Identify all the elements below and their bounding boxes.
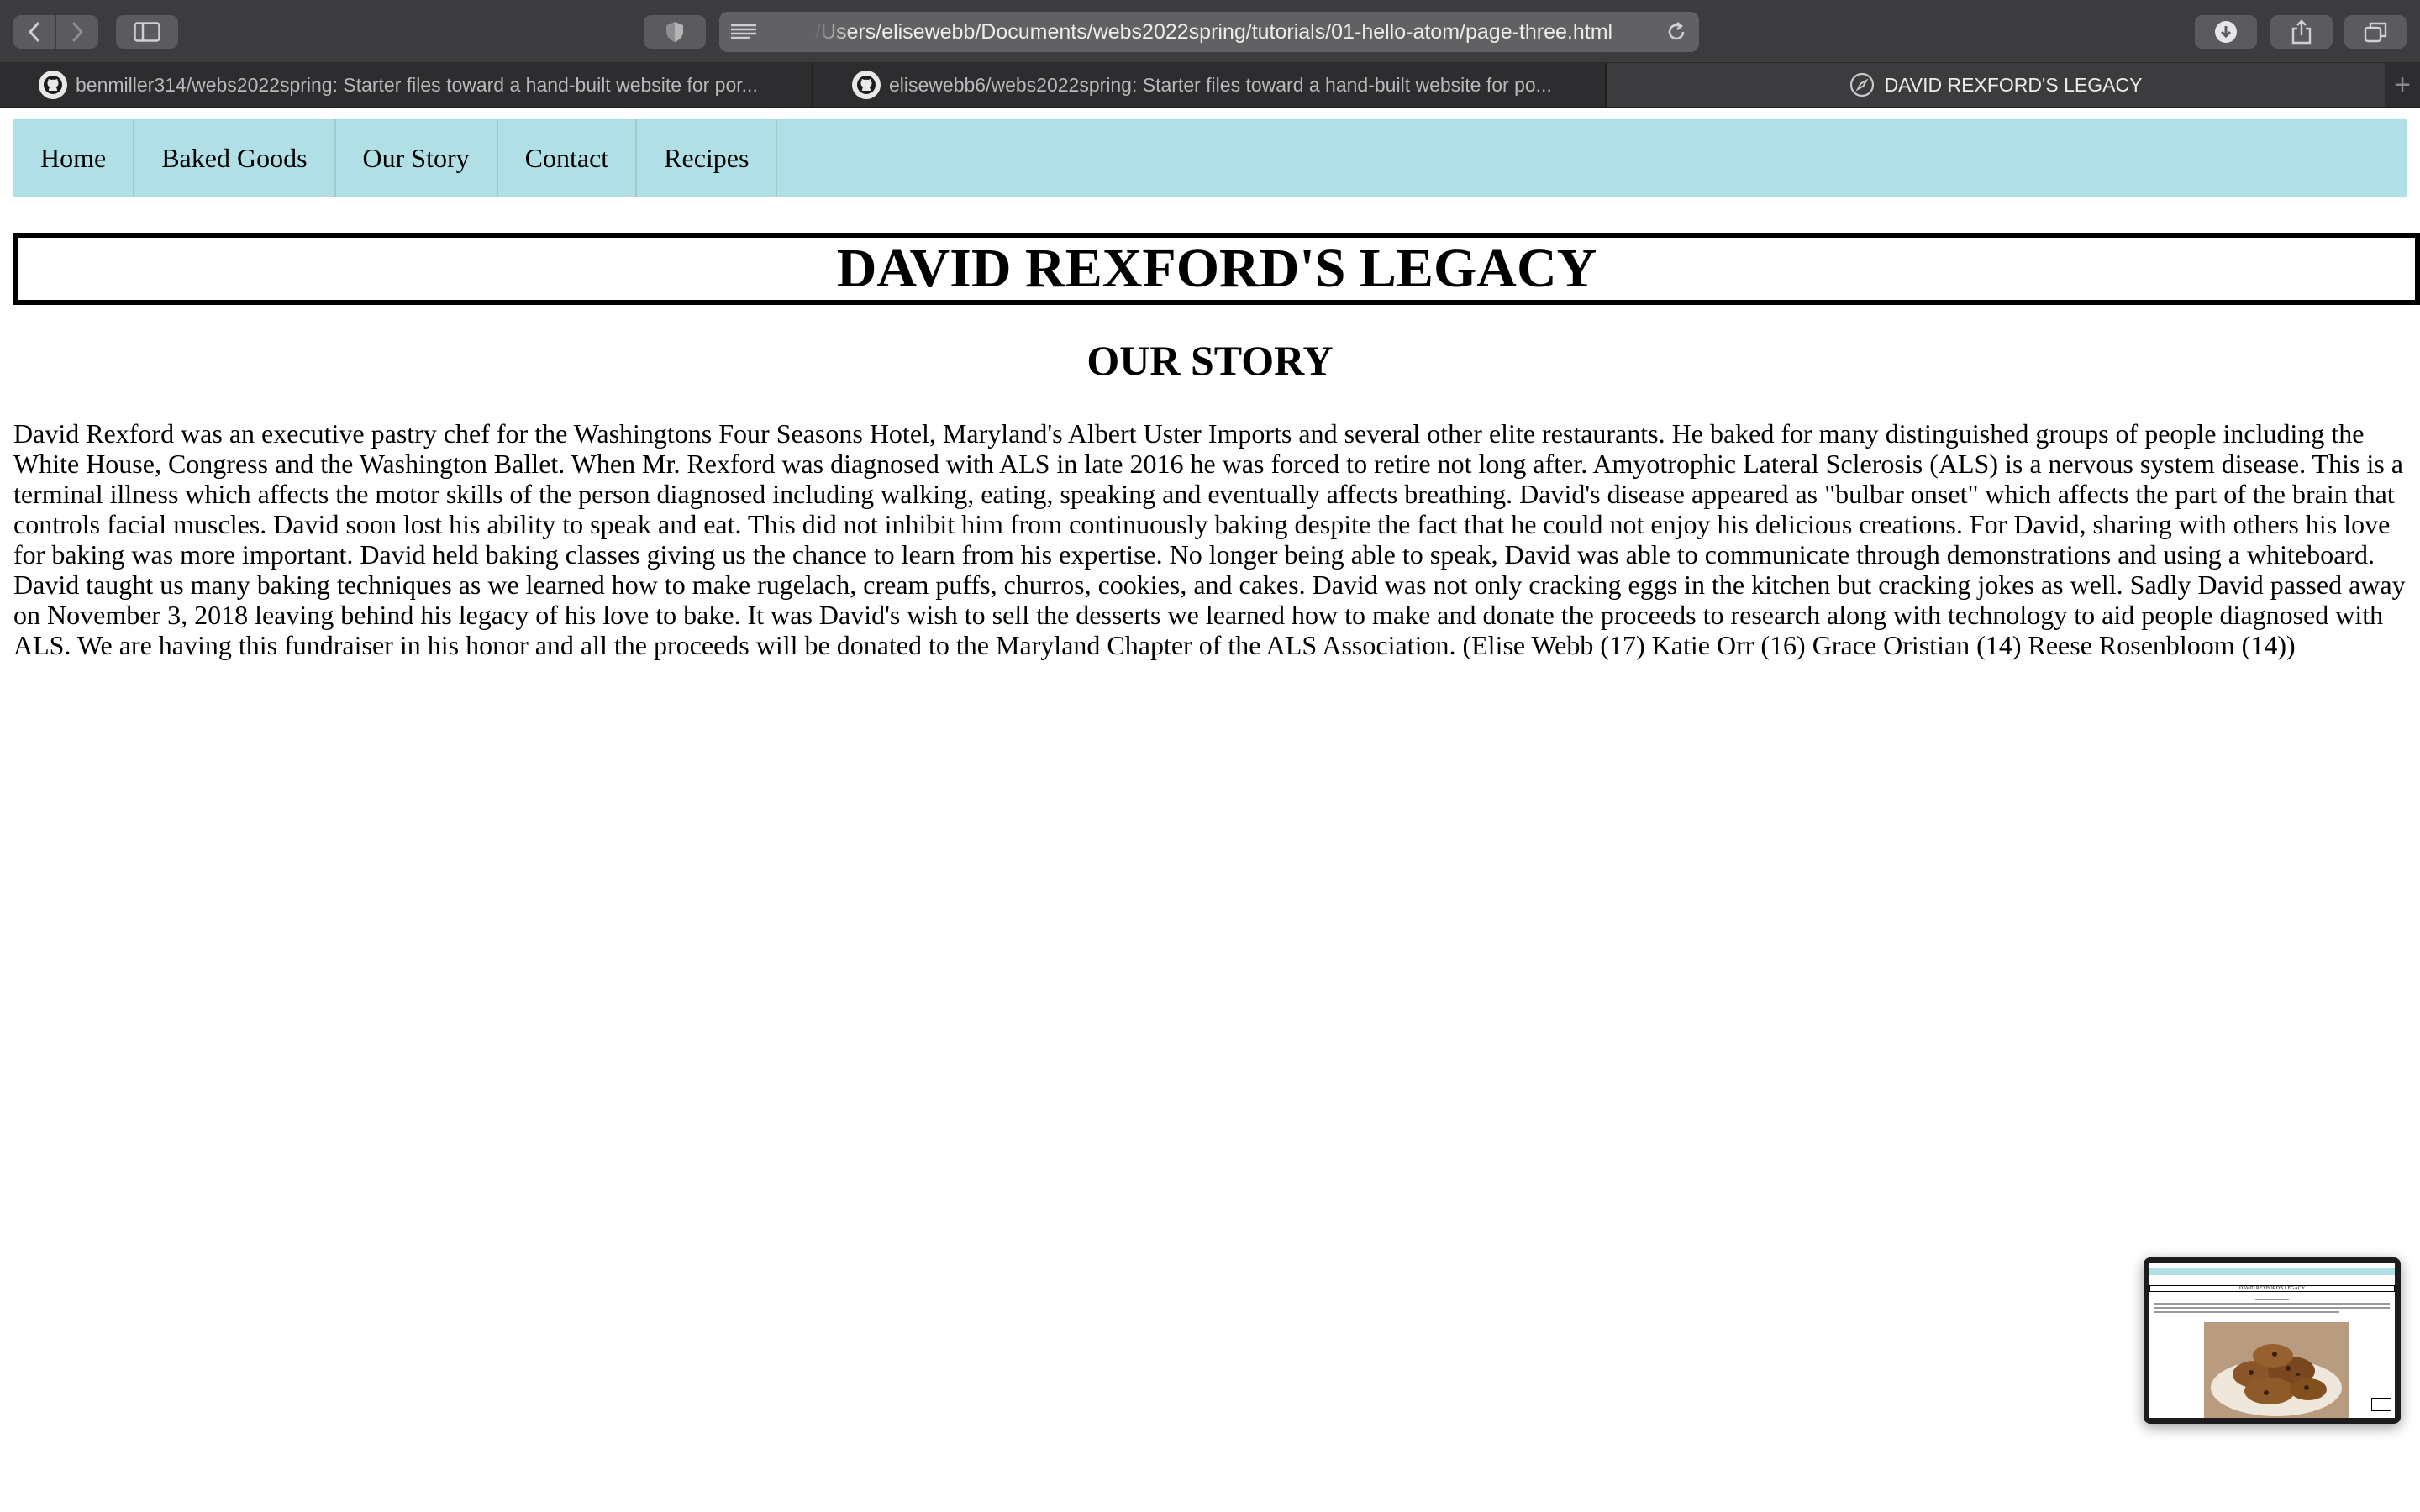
share-icon [2291,19,2312,45]
url-text[interactable]: /Users/elisewebb/Documents/webs2022sprin… [815,12,1655,52]
back-button[interactable] [13,15,55,49]
shield-icon [666,22,683,42]
preview-nav-bar [2149,1268,2395,1275]
reader-icon[interactable] [731,24,756,40]
tab-bar: benmiller314/webs2022spring: Starter fil… [0,63,2420,108]
chevron-right-icon [71,21,84,43]
preview-text-lines [2154,1299,2390,1315]
github-icon [852,71,881,99]
preview-page: DAVID REXFORD'S LEGACY [2149,1263,2395,1418]
github-icon [39,71,67,99]
nav-link-contact[interactable]: Contact [498,119,638,197]
privacy-report-button[interactable] [644,15,706,49]
tab-active-legacy[interactable]: DAVID REXFORD'S LEGACY [1607,63,2385,107]
cookies-image [2204,1322,2349,1418]
share-button[interactable] [2270,15,2333,49]
nav-link-home[interactable]: Home [13,119,135,197]
web-page: Home Baked Goods Our Story Contact Recip… [0,108,2420,1512]
site-nav-bar: Home Baked Goods Our Story Contact Recip… [13,119,2407,197]
tab-overview-icon [2364,22,2387,43]
tab-label: elisewebb6/webs2022spring: Starter files… [889,73,1552,96]
tab-label: DAVID REXFORD'S LEGACY [1884,73,2143,96]
url-fade [803,12,854,52]
tab-benmiller-repo[interactable]: benmiller314/webs2022spring: Starter fil… [0,63,813,107]
nav-link-our-story[interactable]: Our Story [336,119,498,197]
reload-icon[interactable] [1665,21,1687,43]
compass-icon [1849,72,1874,97]
download-icon [2215,21,2237,43]
address-bar[interactable]: /Users/elisewebb/Documents/webs2022sprin… [719,12,1699,52]
tab-label: benmiller314/webs2022spring: Starter fil… [76,73,758,96]
new-tab-button[interactable]: + [2385,63,2420,107]
nav-link-baked-goods[interactable]: Baked Goods [134,119,336,197]
site-title: DAVID REXFORD'S LEGACY [13,233,2420,305]
downloads-button[interactable] [2195,15,2257,49]
forward-button[interactable] [56,15,98,49]
tab-overview-button[interactable] [2344,15,2407,49]
sidebar-icon [134,22,160,42]
section-title: OUR STORY [1086,337,1334,384]
story-paragraph: David Rexford was an executive pastry ch… [13,418,2406,660]
nav-link-recipes[interactable]: Recipes [637,119,778,197]
preview-title: DAVID REXFORD'S LEGACY [2149,1285,2395,1292]
preview-pip-icon [2371,1398,2391,1411]
browser-toolbar: /Users/elisewebb/Documents/webs2022sprin… [0,0,2420,63]
chevron-left-icon [28,21,40,43]
tab-elisewebb-repo[interactable]: elisewebb6/webs2022spring: Starter files… [813,63,1607,107]
page-preview-thumbnail[interactable]: DAVID REXFORD'S LEGACY [2144,1257,2401,1424]
sidebar-toggle-button[interactable] [116,15,178,49]
